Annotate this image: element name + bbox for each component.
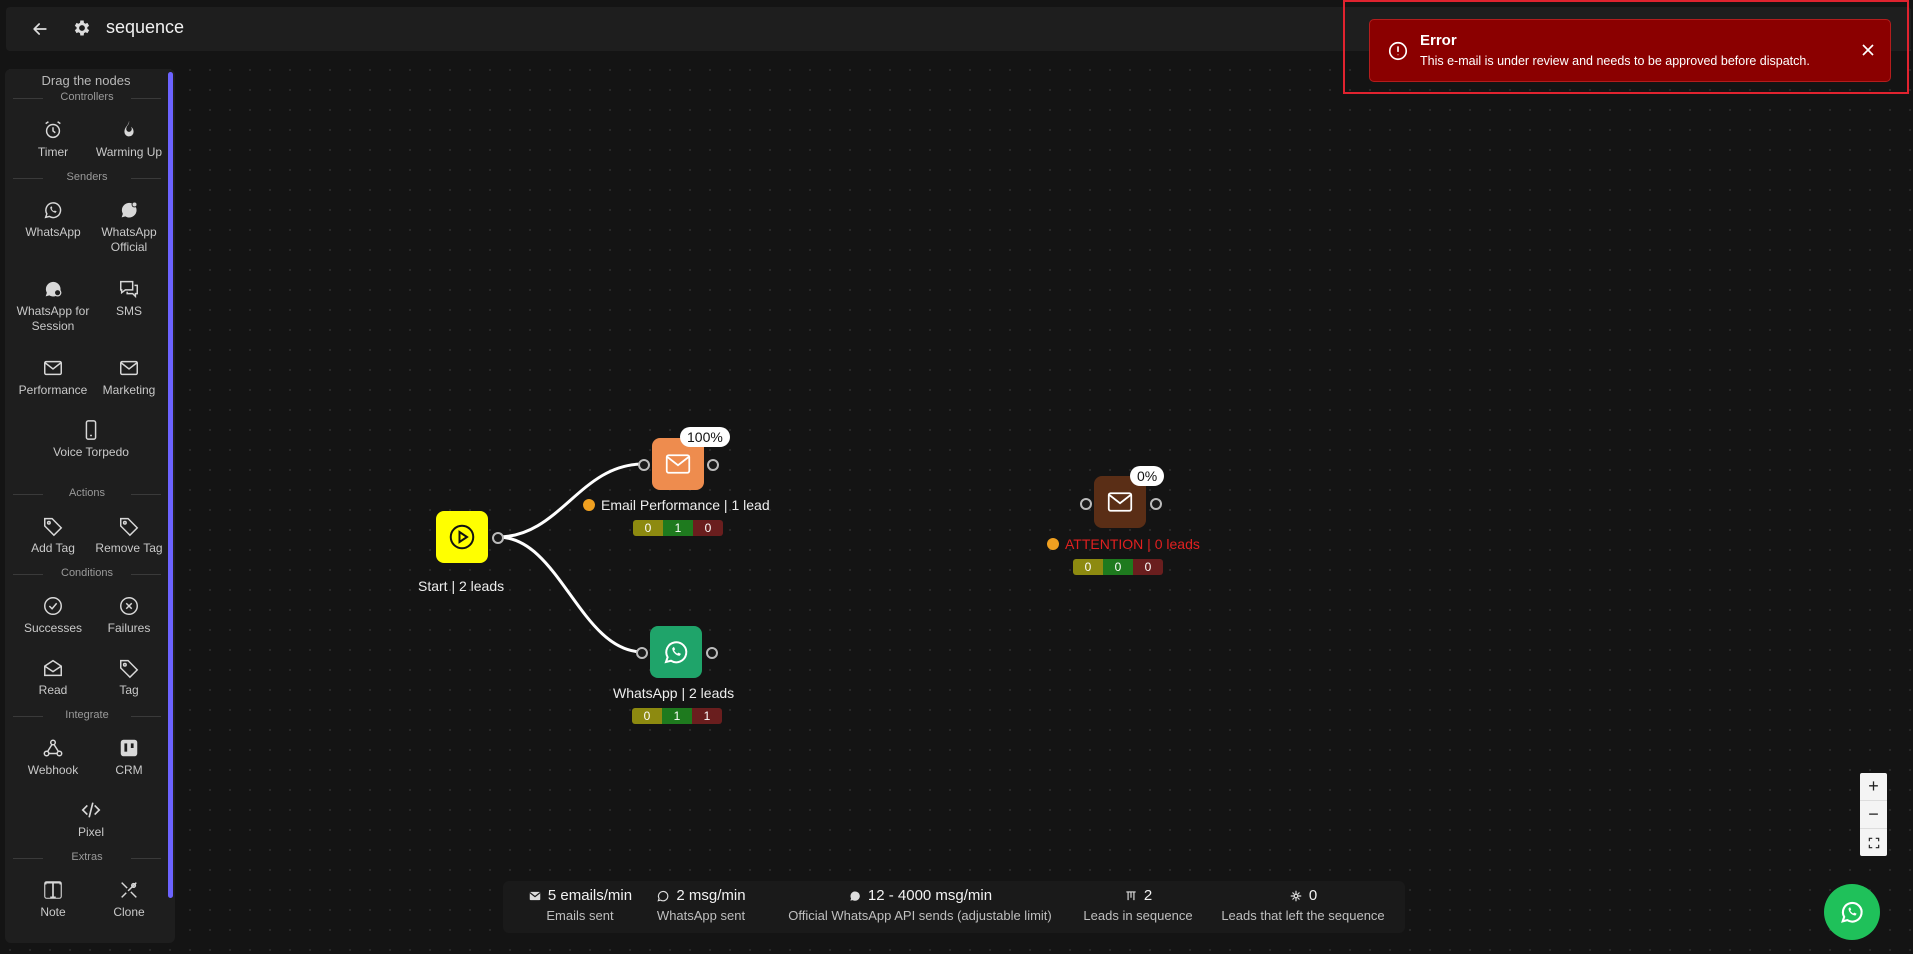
whatsapp-node[interactable] bbox=[650, 626, 702, 678]
whatsapp-support-button[interactable] bbox=[1824, 884, 1880, 940]
stat-success: 1 bbox=[663, 520, 693, 536]
envelope-icon bbox=[665, 454, 691, 474]
zoom-controls: + − bbox=[1860, 773, 1887, 856]
close-icon[interactable] bbox=[1858, 40, 1878, 60]
stat-leads-left: 0 Leads that left the sequence bbox=[1221, 887, 1385, 923]
attention-input-handle[interactable] bbox=[1080, 498, 1092, 510]
zoom-out-button[interactable]: − bbox=[1860, 801, 1887, 829]
stat-whatsapp: 2 msg/min WhatsApp sent bbox=[656, 887, 746, 923]
alert-circle-icon bbox=[1388, 41, 1408, 61]
stat-official-api: 12 - 4000 msg/min Official WhatsApp API … bbox=[788, 887, 1052, 923]
attention-percent: 0% bbox=[1130, 466, 1165, 486]
toast-message: This e-mail is under review and needs to… bbox=[1420, 54, 1810, 68]
whatsapp-icon bbox=[657, 890, 669, 901]
toast-title: Error bbox=[1420, 32, 1457, 49]
whatsapp-icon bbox=[664, 641, 688, 664]
start-node-label: Start | 2 leads bbox=[418, 578, 505, 594]
flow-edges bbox=[497, 462, 644, 654]
status-dot bbox=[583, 499, 595, 511]
stat-failed: 0 bbox=[1133, 559, 1163, 575]
stat-success: 0 bbox=[1103, 559, 1133, 575]
network-icon bbox=[1290, 890, 1302, 901]
email-performance-input-handle[interactable] bbox=[638, 459, 650, 471]
stat-emails: 5 emails/min Emails sent bbox=[523, 887, 637, 923]
sequence-stats-bar: 5 emails/min Emails sent 2 msg/min Whats… bbox=[503, 881, 1405, 933]
email-performance-label: Email Performance | 1 lead bbox=[583, 497, 770, 513]
stat-failed: 1 bbox=[692, 708, 722, 724]
whatsapp-output-handle[interactable] bbox=[706, 647, 718, 659]
whatsapp-official-icon bbox=[850, 890, 860, 901]
edge-start-to-whatsapp bbox=[497, 535, 644, 654]
whatsapp-stats: 0 1 1 bbox=[632, 708, 722, 724]
whatsapp-icon bbox=[1841, 901, 1863, 923]
envelope-icon bbox=[1107, 492, 1133, 512]
start-output-handle[interactable] bbox=[492, 532, 504, 544]
stat-leads-in: 2 Leads in sequence bbox=[1083, 887, 1193, 923]
email-performance-output-handle[interactable] bbox=[707, 459, 719, 471]
funnel-icon bbox=[1126, 890, 1136, 900]
status-dot bbox=[1047, 538, 1059, 550]
envelope-icon bbox=[529, 891, 541, 900]
fit-view-button[interactable] bbox=[1860, 829, 1887, 856]
attention-stats: 0 0 0 bbox=[1073, 559, 1163, 575]
whatsapp-input-handle[interactable] bbox=[636, 647, 648, 659]
email-performance-percent: 100% bbox=[680, 427, 730, 447]
zoom-in-button[interactable]: + bbox=[1860, 773, 1887, 801]
email-performance-stats: 0 1 0 bbox=[633, 520, 723, 536]
fullscreen-icon bbox=[1868, 837, 1879, 848]
stat-success: 1 bbox=[662, 708, 692, 724]
stat-pending: 0 bbox=[633, 520, 663, 536]
error-toast: Error This e-mail is under review and ne… bbox=[1369, 19, 1891, 82]
play-circle-icon bbox=[449, 524, 475, 550]
stat-pending: 0 bbox=[1073, 559, 1103, 575]
attention-label: ATTENTION | 0 leads bbox=[1047, 536, 1200, 552]
whatsapp-node-label: WhatsApp | 2 leads bbox=[613, 685, 735, 701]
attention-output-handle[interactable] bbox=[1150, 498, 1162, 510]
stat-failed: 0 bbox=[693, 520, 723, 536]
start-node[interactable] bbox=[436, 511, 488, 563]
stat-pending: 0 bbox=[632, 708, 662, 724]
